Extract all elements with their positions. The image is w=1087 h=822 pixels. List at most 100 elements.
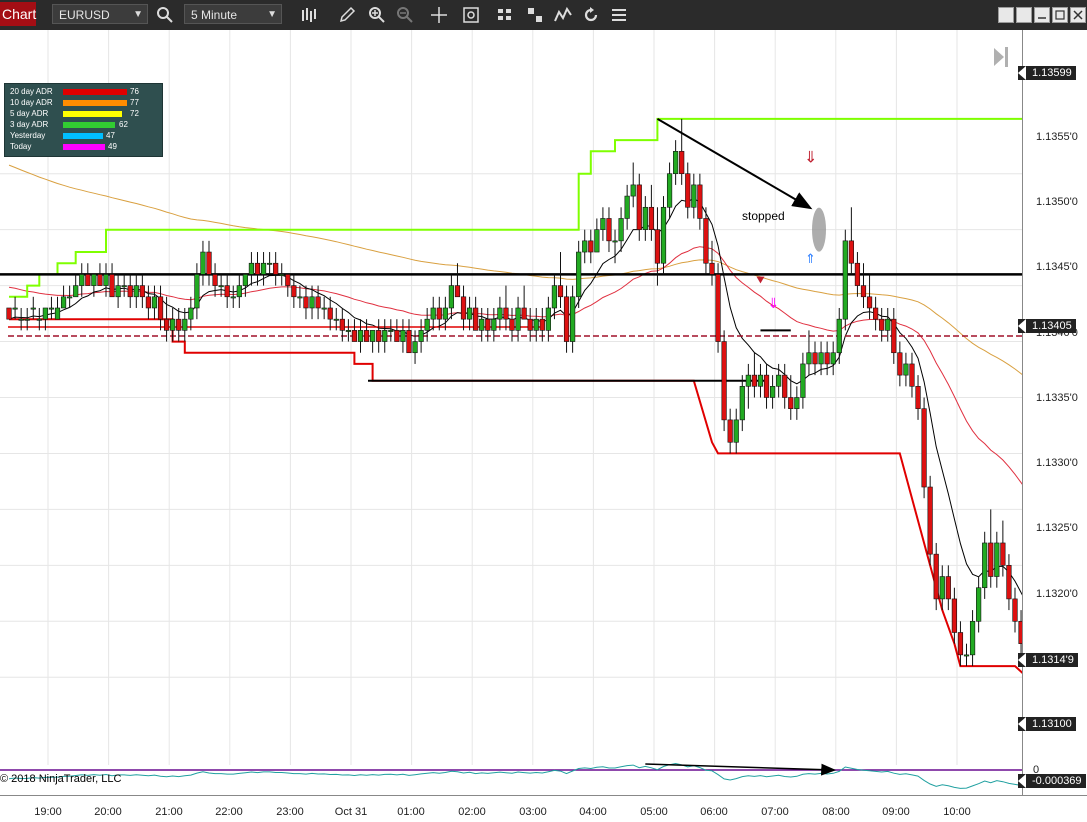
- legend-swatch: [63, 122, 115, 128]
- candle-body: [582, 240, 588, 253]
- candle-body: [479, 318, 485, 331]
- candle-body: [509, 318, 515, 331]
- oscillator-value-tag: -0.000369: [1017, 774, 1086, 788]
- legend-label: 3 day ADR: [10, 120, 49, 129]
- high-price-tag: 1.13599: [1017, 66, 1076, 80]
- restore-button[interactable]: [1052, 7, 1068, 23]
- legend-label: Today: [10, 142, 32, 151]
- candle-body: [206, 251, 212, 275]
- candle-body: [163, 318, 170, 331]
- candle-body: [606, 218, 612, 242]
- candle-body: [309, 296, 315, 309]
- properties-icon[interactable]: [494, 4, 516, 26]
- fast-moving-average-line: [8, 197, 1022, 596]
- candle-body: [909, 363, 915, 387]
- lower-band-line: [9, 318, 1022, 674]
- candle-body: [424, 318, 430, 331]
- search-icon[interactable]: [154, 4, 176, 26]
- interval-selector[interactable]: 5 Minute ▼: [184, 4, 282, 24]
- chevron-down-icon: ▼: [267, 9, 277, 20]
- candle-body: [351, 330, 358, 342]
- price-axis[interactable]: [1022, 30, 1087, 795]
- indicators-icon[interactable]: [552, 4, 574, 26]
- candle-body: [533, 318, 539, 331]
- scroll-to-end-icon[interactable]: [990, 44, 1020, 74]
- candle-body: [921, 408, 927, 488]
- bar-type-icon[interactable]: [298, 4, 320, 26]
- candle-body: [103, 274, 109, 286]
- minimize-button[interactable]: [1034, 7, 1050, 23]
- strategy-icon[interactable]: [524, 4, 546, 26]
- candle-body: [406, 330, 412, 354]
- reload-icon[interactable]: [580, 4, 602, 26]
- candle-body: [576, 251, 582, 298]
- candle-body: [763, 374, 770, 398]
- candle-body: [636, 184, 642, 230]
- price-axis-label: 1.1345'0: [1036, 261, 1078, 273]
- candle-body: [285, 274, 291, 286]
- zoom-in-icon[interactable]: [366, 4, 388, 26]
- candle-body: [660, 206, 667, 264]
- tile-right-button[interactable]: [1016, 7, 1032, 23]
- dashed-level-price-tag: 1.13405: [1017, 319, 1076, 333]
- legend-swatch: [63, 144, 105, 150]
- candle-body: [382, 330, 388, 342]
- candle-body: [194, 274, 200, 309]
- candle-body: [715, 274, 721, 342]
- candle-body: [630, 184, 636, 197]
- data-box-icon[interactable]: [460, 4, 482, 26]
- candle-body: [182, 318, 188, 331]
- legend-label: 5 day ADR: [10, 109, 49, 118]
- candle-body: [430, 307, 436, 320]
- candle-body: [97, 274, 103, 286]
- candle-body: [127, 285, 133, 298]
- close-button[interactable]: [1070, 7, 1086, 23]
- candle-body: [624, 195, 630, 219]
- time-axis-label: 21:00: [155, 806, 183, 818]
- candle-body: [388, 330, 394, 332]
- pencil-icon[interactable]: [336, 4, 358, 26]
- zoom-out-icon[interactable]: [394, 4, 416, 26]
- candle-body: [42, 307, 48, 320]
- candle-body: [1006, 565, 1012, 600]
- candle-body: [563, 296, 570, 342]
- time-axis-label: 10:00: [943, 806, 971, 818]
- candle-body: [994, 542, 1000, 577]
- crosshair-icon[interactable]: [428, 4, 450, 26]
- candle-body: [836, 318, 842, 354]
- oscillator-line: [8, 762, 1022, 789]
- chart-tab[interactable]: Chart: [0, 2, 36, 26]
- candle-body: [842, 240, 848, 320]
- candle-body: [854, 262, 861, 286]
- price-axis-label: 1.1350'0: [1036, 196, 1078, 208]
- tile-left-button[interactable]: [998, 7, 1014, 23]
- candle-body: [230, 296, 236, 299]
- candle-body: [218, 285, 224, 288]
- candle-body: [521, 307, 527, 320]
- legend-value: 72: [130, 109, 139, 118]
- candle-body: [751, 374, 758, 387]
- candle-body: [267, 262, 273, 265]
- candle-body: [224, 285, 230, 298]
- candle-body: [927, 486, 933, 555]
- candle-body: [830, 352, 836, 365]
- candle-body: [594, 229, 600, 253]
- candle-body: [48, 307, 55, 310]
- candle-body: [345, 330, 351, 332]
- candle-body: [703, 218, 709, 264]
- candle-body: [557, 285, 564, 298]
- candle-body: [418, 330, 424, 342]
- candle-body: [733, 419, 739, 443]
- stop-marker: [812, 207, 827, 252]
- candle-body: [170, 318, 176, 331]
- time-axis[interactable]: 19:00 20:00 21:00 22:00 23:00 Oct 31 01:…: [0, 795, 1087, 822]
- candle-body: [697, 184, 703, 219]
- menu-icon[interactable]: [608, 4, 630, 26]
- legend-value: 62: [119, 120, 128, 129]
- candle-body: [648, 206, 654, 230]
- instrument-selector[interactable]: EURUSD ▼: [52, 4, 148, 24]
- time-axis-label: 19:00: [34, 806, 62, 818]
- candle-body: [879, 318, 885, 331]
- candle-body: [279, 274, 285, 276]
- candle-body: [588, 240, 594, 253]
